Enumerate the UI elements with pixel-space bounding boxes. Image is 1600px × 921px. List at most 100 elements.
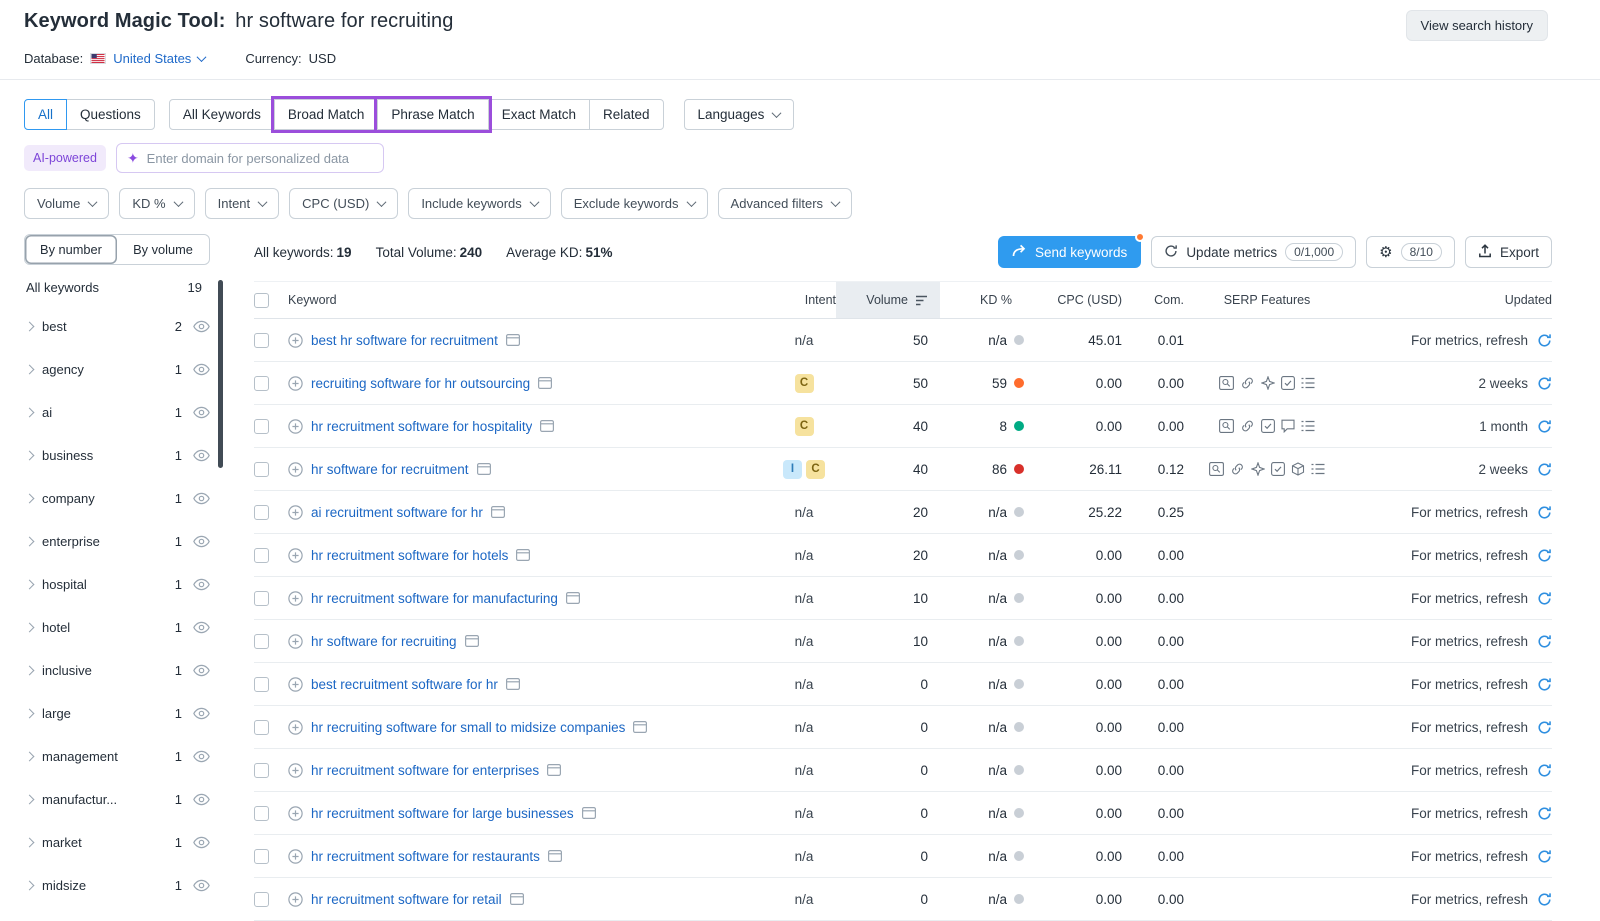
keyword-link[interactable]: hr recruiting software for small to mids…: [311, 720, 625, 735]
refresh-icon[interactable]: [1537, 677, 1552, 692]
row-checkbox[interactable]: [254, 376, 269, 391]
languages-dropdown[interactable]: Languages: [684, 99, 795, 130]
add-keyword-icon[interactable]: [288, 763, 303, 778]
serp-preview-icon[interactable]: [516, 549, 530, 561]
row-checkbox[interactable]: [254, 591, 269, 606]
refresh-icon[interactable]: [1537, 419, 1552, 434]
sidebar-group-agency[interactable]: agency 1: [24, 348, 210, 391]
tab-exact-match[interactable]: Exact Match: [488, 99, 590, 130]
keyword-link[interactable]: ai recruitment software for hr: [311, 505, 483, 520]
keyword-link[interactable]: hr recruitment software for hotels: [311, 548, 508, 563]
database-selector[interactable]: United States: [90, 51, 205, 66]
row-checkbox[interactable]: [254, 720, 269, 735]
row-checkbox[interactable]: [254, 333, 269, 348]
eye-icon[interactable]: [193, 707, 210, 720]
eye-icon[interactable]: [193, 320, 210, 333]
sidebar-scrollbar[interactable]: [218, 280, 223, 468]
filter-volume[interactable]: Volume: [24, 188, 109, 219]
refresh-icon[interactable]: [1537, 376, 1552, 391]
eye-icon[interactable]: [193, 836, 210, 849]
filter-include-keywords[interactable]: Include keywords: [408, 188, 550, 219]
serp-preview-icon[interactable]: [506, 678, 520, 690]
column-intent[interactable]: Intent: [772, 282, 836, 318]
sidebar-group-midsize[interactable]: midsize 1: [24, 864, 210, 907]
sidebar-group-large[interactable]: large 1: [24, 692, 210, 735]
tab-questions[interactable]: Questions: [66, 99, 155, 130]
column-com[interactable]: Com.: [1126, 282, 1188, 318]
column-updated[interactable]: Updated: [1346, 282, 1552, 318]
serp-preview-icon[interactable]: [510, 893, 524, 905]
serp-preview-icon[interactable]: [477, 463, 491, 475]
keyword-link[interactable]: hr recruitment software for enterprises: [311, 763, 539, 778]
column-serp-features[interactable]: SERP Features: [1188, 282, 1346, 318]
refresh-icon[interactable]: [1537, 634, 1552, 649]
serp-preview-icon[interactable]: [548, 850, 562, 862]
eye-icon[interactable]: [193, 879, 210, 892]
refresh-icon[interactable]: [1537, 763, 1552, 778]
refresh-icon[interactable]: [1537, 806, 1552, 821]
filter-advanced-filters[interactable]: Advanced filters: [718, 188, 853, 219]
keyword-link[interactable]: hr recruitment software for restaurants: [311, 849, 540, 864]
add-keyword-icon[interactable]: [288, 892, 303, 907]
row-checkbox[interactable]: [254, 419, 269, 434]
row-checkbox[interactable]: [254, 505, 269, 520]
tab-all-keywords[interactable]: All Keywords: [169, 99, 275, 130]
add-keyword-icon[interactable]: [288, 505, 303, 520]
filter-intent[interactable]: Intent: [205, 188, 280, 219]
serp-preview-icon[interactable]: [538, 377, 552, 389]
row-checkbox[interactable]: [254, 892, 269, 907]
send-keywords-button[interactable]: Send keywords: [998, 236, 1141, 268]
keyword-link[interactable]: best recruitment software for hr: [311, 677, 498, 692]
eye-icon[interactable]: [193, 578, 210, 591]
by-number-toggle[interactable]: By number: [25, 235, 117, 264]
column-volume[interactable]: Volume: [836, 282, 940, 318]
eye-icon[interactable]: [193, 406, 210, 419]
eye-icon[interactable]: [193, 449, 210, 462]
eye-icon[interactable]: [193, 621, 210, 634]
refresh-icon[interactable]: [1537, 892, 1552, 907]
filter-cpc-usd[interactable]: CPC (USD): [289, 188, 398, 219]
column-kd[interactable]: KD %: [940, 282, 1026, 318]
serp-preview-icon[interactable]: [582, 807, 596, 819]
add-keyword-icon[interactable]: [288, 548, 303, 563]
serp-preview-icon[interactable]: [465, 635, 479, 647]
domain-input[interactable]: [147, 151, 373, 166]
column-cpc[interactable]: CPC (USD): [1026, 282, 1126, 318]
refresh-icon[interactable]: [1537, 462, 1552, 477]
add-keyword-icon[interactable]: [288, 333, 303, 348]
export-button[interactable]: Export: [1465, 236, 1552, 268]
select-all-checkbox[interactable]: [254, 293, 269, 308]
sidebar-group-hotel[interactable]: hotel 1: [24, 606, 210, 649]
view-search-history-button[interactable]: View search history: [1406, 10, 1548, 41]
by-volume-toggle[interactable]: By volume: [117, 235, 209, 264]
row-checkbox[interactable]: [254, 462, 269, 477]
tab-broad-match[interactable]: Broad Match: [274, 99, 379, 130]
add-keyword-icon[interactable]: [288, 634, 303, 649]
sidebar-group-business[interactable]: business 1: [24, 434, 210, 477]
row-checkbox[interactable]: [254, 806, 269, 821]
tab-related[interactable]: Related: [589, 99, 664, 130]
add-keyword-icon[interactable]: [288, 720, 303, 735]
refresh-icon[interactable]: [1537, 591, 1552, 606]
row-checkbox[interactable]: [254, 634, 269, 649]
column-keyword[interactable]: Keyword: [288, 282, 772, 318]
eye-icon[interactable]: [193, 664, 210, 677]
eye-icon[interactable]: [193, 535, 210, 548]
keyword-link[interactable]: best hr software for recruitment: [311, 333, 498, 348]
refresh-icon[interactable]: [1537, 505, 1552, 520]
keyword-link[interactable]: hr recruitment software for manufacturin…: [311, 591, 558, 606]
row-checkbox[interactable]: [254, 548, 269, 563]
eye-icon[interactable]: [193, 750, 210, 763]
add-keyword-icon[interactable]: [288, 677, 303, 692]
keyword-link[interactable]: hr recruitment software for large busine…: [311, 806, 574, 821]
add-keyword-icon[interactable]: [288, 419, 303, 434]
add-keyword-icon[interactable]: [288, 462, 303, 477]
keyword-link[interactable]: recruiting software for hr outsourcing: [311, 376, 530, 391]
serp-preview-icon[interactable]: [566, 592, 580, 604]
eye-icon[interactable]: [193, 492, 210, 505]
sidebar-group-company[interactable]: company 1: [24, 477, 210, 520]
sidebar-group-inclusive[interactable]: inclusive 1: [24, 649, 210, 692]
eye-icon[interactable]: [193, 363, 210, 376]
refresh-icon[interactable]: [1537, 333, 1552, 348]
sidebar-all-keywords[interactable]: All keywords 19: [24, 265, 210, 305]
